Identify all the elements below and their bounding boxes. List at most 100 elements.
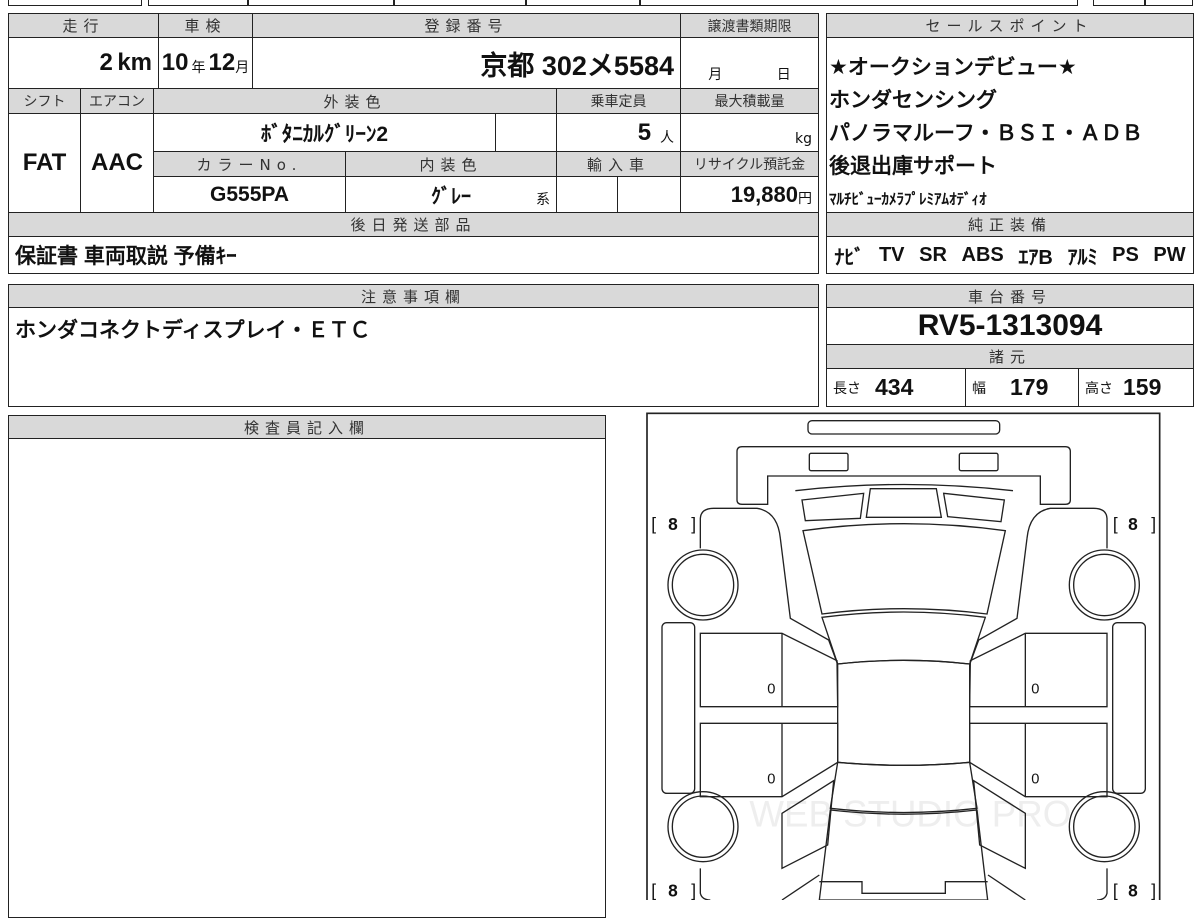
equipment-header: 純正装備 bbox=[826, 212, 1194, 237]
corner-grade-fl: 8 bbox=[668, 514, 678, 534]
inspection-value: 10 年 12 月 bbox=[158, 37, 253, 89]
door-mark-fr: 0 bbox=[1031, 681, 1039, 697]
sales-point: パノラマルーフ・ＢＳＩ・ＡＤＢ bbox=[829, 121, 1143, 145]
equipment-item: ABS bbox=[961, 243, 1004, 266]
door-mark-rr: 0 bbox=[1031, 771, 1039, 787]
aircon-value: AAC bbox=[80, 113, 154, 213]
spec-header: 諸元 bbox=[826, 344, 1194, 369]
corner-grade-fr: 8 bbox=[1128, 514, 1138, 534]
equipment-item: PS bbox=[1112, 243, 1139, 266]
chassis-number: RV5-1313094 bbox=[826, 307, 1194, 345]
equipment-item: ﾅﾋﾞ bbox=[834, 246, 865, 269]
sales-point: 後退出庫サポート bbox=[829, 154, 997, 178]
recycle-fee-amount: 19,880 bbox=[730, 181, 798, 207]
equipment-item: ｴｱB bbox=[1018, 246, 1053, 269]
corner-grade-rl: 8 bbox=[668, 881, 678, 900]
equipment-item: ｱﾙﾐ bbox=[1067, 246, 1098, 269]
yen-unit: 円 bbox=[798, 189, 812, 206]
top-cell bbox=[1145, 0, 1193, 6]
front-panel-right bbox=[942, 492, 1006, 523]
exterior-color-value: ﾎﾞﾀﾆｶﾙｸﾞﾘｰﾝ2 bbox=[153, 113, 496, 152]
rear-bumper bbox=[819, 881, 988, 894]
windshield bbox=[802, 523, 1007, 615]
height-value: 159 bbox=[1123, 374, 1162, 400]
top-cell bbox=[1093, 0, 1145, 6]
interior-color-text: ｸﾞﾚｰ bbox=[431, 186, 471, 208]
cowl bbox=[795, 483, 1014, 492]
length-cell: 長さ 434 bbox=[826, 368, 966, 407]
shift-header: シフト bbox=[8, 88, 81, 114]
notes-body: ホンダコネクトディスプレイ・ＥＴＣ bbox=[8, 307, 819, 407]
corner-bracket: [ bbox=[651, 514, 656, 534]
exterior-color-extra bbox=[495, 113, 557, 152]
height-label: 高さ bbox=[1085, 380, 1113, 397]
color-no-value: G555PA bbox=[153, 176, 346, 213]
top-cell bbox=[640, 0, 1078, 6]
height-cell: 高さ 159 bbox=[1078, 368, 1194, 407]
capacity-header: 乗車定員 bbox=[556, 88, 681, 114]
year-unit: 年 bbox=[191, 59, 206, 75]
color-no-header: カラーNo. bbox=[153, 151, 346, 177]
registration-header: 登録番号 bbox=[252, 13, 681, 38]
roof-front bbox=[821, 611, 987, 665]
max-load-header: 最大積載量 bbox=[680, 88, 819, 114]
front-panel-left bbox=[801, 492, 865, 522]
imported-header: 輸入車 bbox=[556, 151, 681, 177]
transfer-deadline-header: 譲渡書類期限 bbox=[680, 13, 819, 38]
car-damage-diagram: WEB STUDIO PRO [8] [8] [8] [8] 0 0 0 0 bbox=[646, 412, 1161, 900]
mileage-value: 2 km bbox=[8, 37, 159, 89]
equipment-list: ﾅﾋﾞ TV SR ABS ｴｱB ｱﾙﾐ PS PW bbox=[826, 236, 1194, 274]
later-parts-header: 後日発送部品 bbox=[8, 212, 819, 237]
front-wheel bbox=[667, 549, 739, 621]
imported-value-2 bbox=[617, 176, 681, 213]
deadline-month: 月 bbox=[708, 67, 723, 83]
chassis-header: 車台番号 bbox=[826, 284, 1194, 308]
inspection-month: 12 bbox=[208, 49, 236, 76]
aircon-header: エアコン bbox=[80, 88, 154, 114]
headlight-right bbox=[958, 452, 999, 472]
sales-point: ﾏﾙﾁﾋﾞｭｰｶﾒﾗﾌﾟﾚﾐｱﾑｵﾃﾞｨｵ bbox=[829, 190, 987, 208]
capacity-number: 5 bbox=[637, 118, 652, 146]
sales-points-header: セールスポイント bbox=[827, 14, 1193, 38]
width-value: 179 bbox=[1010, 374, 1049, 400]
roof bbox=[837, 659, 971, 766]
door-mark-fl: 0 bbox=[767, 681, 775, 697]
top-cell bbox=[248, 0, 394, 6]
deadline-day: 日 bbox=[776, 67, 791, 83]
rear-wheel-inner bbox=[671, 795, 735, 858]
sales-point: ★オークションデビュー★ bbox=[829, 55, 1077, 79]
notes-header: 注意事項欄 bbox=[8, 284, 819, 308]
mileage-header: 走行 bbox=[8, 13, 159, 38]
side-sill bbox=[661, 622, 696, 794]
corner-grade-rr: 8 bbox=[1128, 881, 1138, 900]
sales-points-panel: セールスポイント ★オークションデビュー★ ホンダセンシング パノラマルーフ・Ｂ… bbox=[826, 13, 1194, 213]
month-unit: 月 bbox=[235, 59, 250, 75]
top-cell bbox=[394, 0, 526, 6]
front-fender bbox=[699, 507, 838, 663]
hood bbox=[736, 446, 1071, 505]
top-cell bbox=[526, 0, 640, 6]
right-side bbox=[968, 507, 1146, 900]
registration-value: 京都 302メ5584 bbox=[252, 37, 681, 89]
corner-bracket: ] bbox=[691, 881, 696, 900]
interior-color-value: ｸﾞﾚｰ 系 bbox=[345, 176, 557, 213]
shift-value: FAT bbox=[8, 113, 81, 213]
equipment-item: TV bbox=[878, 243, 905, 266]
corner-bracket: ] bbox=[1151, 514, 1156, 534]
equipment-item: SR bbox=[919, 243, 947, 266]
equipment-item: PW bbox=[1153, 243, 1186, 266]
load-unit: kg bbox=[795, 131, 812, 147]
door-mark-rl: 0 bbox=[767, 771, 775, 787]
inspector-header: 検査員記入欄 bbox=[8, 415, 606, 439]
top-cell bbox=[148, 0, 248, 6]
later-parts-value: 保証書 車両取説 予備ｷｰ bbox=[8, 236, 819, 274]
rear-fender bbox=[699, 868, 820, 900]
recycle-fee-value: 19,880 円 bbox=[680, 176, 819, 213]
headlight-left bbox=[808, 452, 849, 472]
mileage-number: 2 bbox=[99, 49, 113, 76]
top-cell bbox=[8, 0, 142, 6]
capacity-unit: 人 bbox=[660, 128, 674, 145]
mileage-unit: km bbox=[117, 49, 152, 76]
length-value: 434 bbox=[875, 374, 914, 400]
corner-bracket: [ bbox=[1113, 881, 1118, 900]
